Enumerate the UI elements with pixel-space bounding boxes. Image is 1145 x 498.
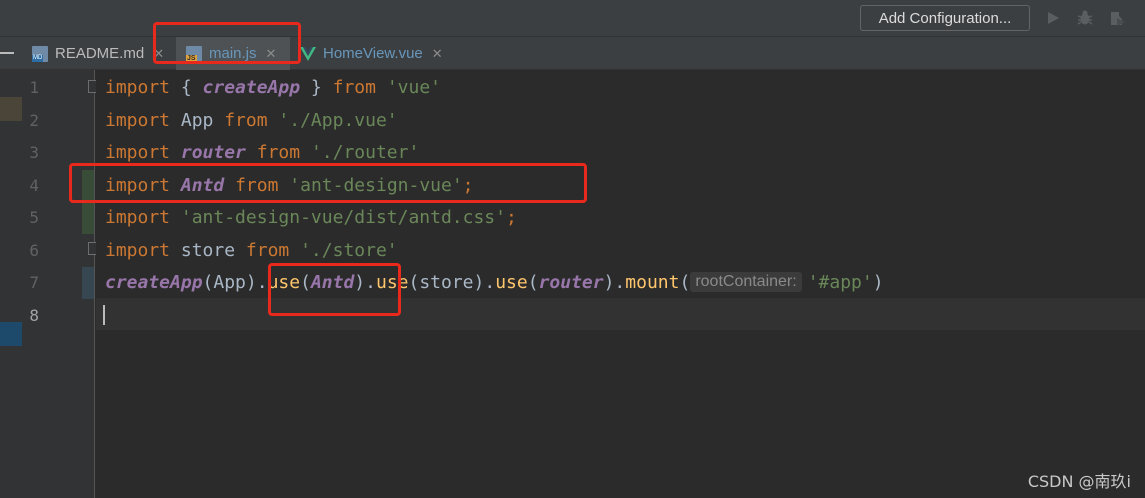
- tab-label: HomeView.vue: [323, 45, 423, 62]
- coverage-icon[interactable]: [1108, 9, 1126, 27]
- annotation-box-tab: [153, 22, 301, 64]
- code-line: import App from './App.vue': [105, 109, 398, 131]
- add-configuration-button[interactable]: Add Configuration...: [860, 5, 1030, 31]
- tab-homeview-vue[interactable]: HomeView.vue ✕: [298, 37, 458, 70]
- line-number: 2: [29, 111, 39, 130]
- line-number: 7: [29, 273, 39, 292]
- change-marker[interactable]: [82, 202, 94, 234]
- watermark: CSDN @南玖i: [1027, 472, 1131, 491]
- line-number: 8: [29, 306, 39, 325]
- change-marker[interactable]: [82, 267, 94, 299]
- run-icon[interactable]: [1044, 9, 1062, 27]
- current-line-highlight: [96, 298, 1145, 330]
- line-number: 3: [29, 143, 39, 162]
- line-number: 1: [29, 78, 39, 97]
- code-line: import store from './store': [105, 239, 398, 261]
- hide-panel-icon[interactable]: [0, 52, 14, 54]
- code-line: import 'ant-design-vue/dist/antd.css';: [105, 206, 517, 228]
- annotation-box-use-antd: [268, 263, 401, 316]
- tab-label: README.md: [55, 45, 145, 62]
- parameter-hint: rootContainer:: [690, 272, 802, 292]
- annotation-box-import-antd: [69, 163, 587, 203]
- vue-file-icon: [300, 46, 316, 61]
- edge-marker: [0, 322, 22, 346]
- markdown-file-icon: MD: [32, 45, 48, 62]
- code-line: createApp (App). use(Antd). use (store). use(…: [105, 271, 884, 293]
- text-caret: [103, 305, 105, 325]
- close-icon[interactable]: ✕: [432, 46, 443, 62]
- code-line: import { createApp } from 'vue': [105, 76, 441, 98]
- line-number: 6: [29, 241, 39, 260]
- debug-icon[interactable]: [1076, 9, 1094, 27]
- line-number: 4: [29, 176, 39, 195]
- line-number: 5: [29, 208, 39, 227]
